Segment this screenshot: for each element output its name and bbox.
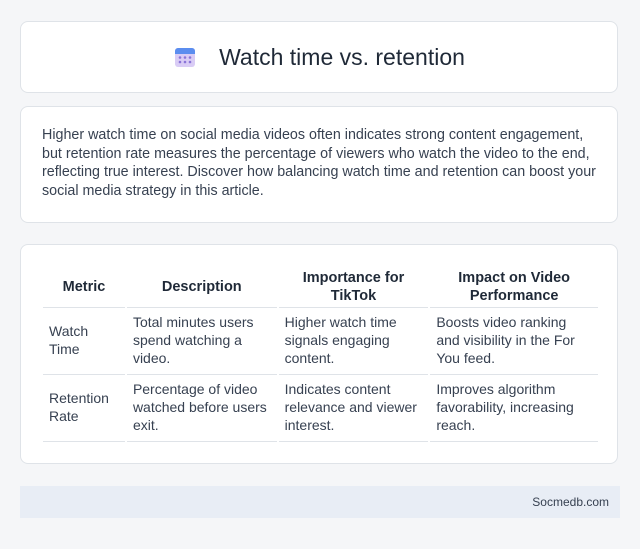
cell-metric: Watch Time [43,308,125,375]
column-header-description: Description [126,267,277,308]
title-wrap: Watch time vs. retention [173,44,465,71]
cell-description: Total minutes users spend watching a vid… [126,308,277,375]
column-header-impact: Impact on Video Performance [430,267,598,308]
footer-site-link[interactable]: Socmedb.com [532,495,609,509]
title-card: Watch time vs. retention [20,21,618,93]
calendar-icon [175,48,196,67]
table-row: Retention Rate Percentage of video watch… [43,375,598,442]
page-title: Watch time vs. retention [219,43,465,70]
comparison-table: Metric Description Importance for TikTok… [41,267,600,442]
cell-metric: Retention Rate [43,375,125,442]
cell-importance: Higher watch time signals engaging conte… [278,308,429,375]
table-card: Metric Description Importance for TikTok… [20,244,618,464]
intro-paragraph: Higher watch time on social media videos… [42,127,596,199]
table-header-row: Metric Description Importance for TikTok… [43,267,598,308]
table-row: Watch Time Total minutes users spend wat… [43,308,598,375]
column-header-importance: Importance for TikTok [278,267,429,308]
cell-importance: Indicates content relevance and viewer i… [278,375,429,442]
footer-bar: Socmedb.com [20,486,620,518]
cell-description: Percentage of video watched before users… [126,375,277,442]
cell-impact: Improves algorithm favorability, increas… [430,375,598,442]
intro-card: Higher watch time on social media videos… [20,106,618,223]
cell-impact: Boosts video ranking and visibility in t… [430,308,598,375]
column-header-metric: Metric [43,267,125,308]
